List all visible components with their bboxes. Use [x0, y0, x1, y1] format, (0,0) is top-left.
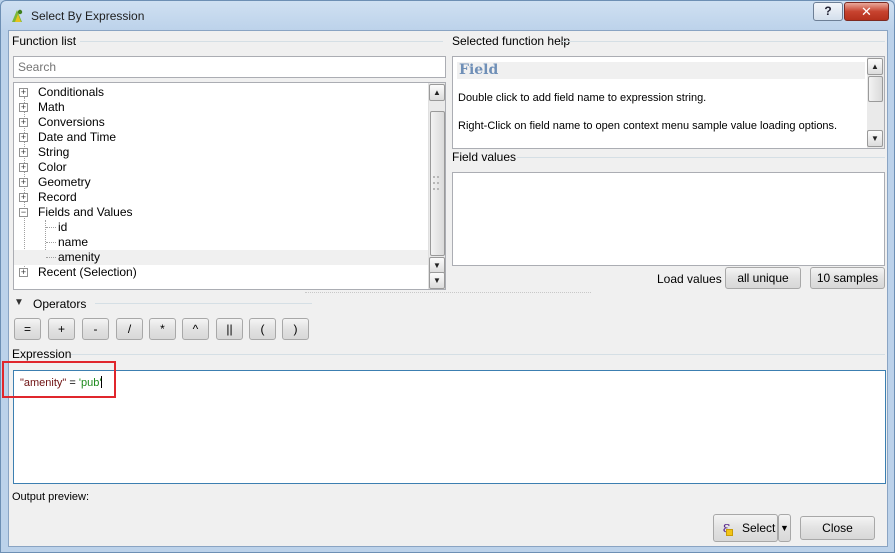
tree-item-conditionals[interactable]: + Conditionals — [14, 85, 428, 100]
tree-item-string[interactable]: + String — [14, 145, 428, 160]
tree-item-math[interactable]: + Math — [14, 100, 428, 115]
field-item-name[interactable]: name — [14, 235, 428, 250]
expand-icon[interactable]: + — [19, 193, 28, 202]
splitter-grip — [433, 176, 435, 178]
select-button-label: Select — [742, 521, 776, 535]
field-values-divider — [517, 157, 885, 158]
help-text-line: Double click to add field name to expres… — [458, 92, 707, 104]
scroll-up-icon[interactable]: ▲ — [429, 84, 445, 101]
collapse-icon[interactable]: − — [19, 208, 28, 217]
expand-icon[interactable]: + — [19, 178, 28, 187]
expand-icon[interactable]: + — [19, 148, 28, 157]
operator-equals-button[interactable]: = — [14, 318, 41, 340]
tree-item-color[interactable]: + Color — [14, 160, 428, 175]
tree-item-label: Recent (Selection) — [38, 265, 137, 279]
window-close-button[interactable]: ✕ — [844, 2, 889, 21]
expand-icon[interactable]: + — [19, 133, 28, 142]
help-heading: Field — [457, 62, 865, 79]
field-values-list[interactable] — [452, 172, 885, 266]
selection-icon — [726, 529, 733, 536]
scroll-down-icon[interactable]: ▼ — [867, 130, 883, 147]
tree-item-label: Conversions — [38, 115, 105, 129]
tree-item-fields-and-values[interactable]: − Fields and Values — [14, 205, 428, 220]
tree-item-label: Color — [38, 160, 67, 174]
tree-item-geometry[interactable]: + Geometry — [14, 175, 428, 190]
operator-divide-button[interactable]: / — [116, 318, 143, 340]
help-scrollbar[interactable]: ▲ ▼ — [867, 57, 884, 148]
function-help-divider — [562, 41, 885, 42]
expression-editor[interactable]: "amenity" = 'pub' — [13, 370, 886, 484]
collapse-triangle-icon[interactable]: ▼ — [14, 297, 24, 308]
tree-item-label: Math — [38, 100, 65, 114]
expression-divider — [71, 354, 885, 355]
expand-icon[interactable]: + — [19, 88, 28, 97]
help-button[interactable]: ? — [813, 2, 843, 21]
field-item-amenity[interactable]: amenity — [14, 250, 428, 265]
expand-icon[interactable]: + — [19, 268, 28, 277]
splitter-grip — [433, 188, 435, 190]
tree-connector — [46, 227, 56, 228]
window-title: Select By Expression — [31, 9, 145, 23]
tree-item-label: Geometry — [38, 175, 91, 189]
help-text-line: Right-Click on field name to open contex… — [458, 120, 838, 132]
function-list-title: Function list — [12, 34, 81, 48]
dialog-window: Select By Expression ? ✕ Function list +… — [0, 0, 895, 553]
function-help-title: Selected function help — [452, 34, 575, 48]
tree-connector — [46, 257, 56, 258]
expand-icon[interactable]: + — [19, 163, 28, 172]
all-unique-button[interactable]: all unique — [725, 267, 801, 289]
scroll-down-icon[interactable]: ▼ — [429, 272, 445, 289]
function-tree-scrollbar[interactable]: ▲ ▼ ▼ — [428, 83, 445, 289]
title-bar[interactable]: Select By Expression ? ✕ — [1, 1, 894, 31]
function-search-input[interactable] — [13, 56, 446, 78]
operators-divider — [95, 303, 312, 304]
field-label: id — [58, 220, 68, 234]
field-label: name — [58, 235, 89, 249]
expression-title: Expression — [12, 347, 76, 361]
splitter-grip — [437, 188, 439, 190]
splitter-grip — [437, 176, 439, 178]
tree-item-label: Conditionals — [38, 85, 105, 99]
tree-item-label: Fields and Values — [38, 205, 133, 219]
operator-close-paren-button[interactable]: ) — [282, 318, 309, 340]
operator-power-button[interactable]: ^ — [182, 318, 209, 340]
scroll-up-icon[interactable]: ▲ — [867, 58, 883, 75]
operator-open-paren-button[interactable]: ( — [249, 318, 276, 340]
function-list-divider — [71, 41, 443, 42]
horizontal-splitter[interactable] — [305, 292, 591, 293]
tree-item-date-and-time[interactable]: + Date and Time — [14, 130, 428, 145]
operator-multiply-button[interactable]: * — [149, 318, 176, 340]
close-button[interactable]: Close — [800, 516, 875, 540]
select-dropdown-button[interactable]: ▼ — [778, 514, 791, 542]
function-tree: + Conditionals + Math + Conversions + Da… — [13, 82, 446, 290]
tree-item-label: String — [38, 145, 70, 159]
qgis-app-icon — [12, 9, 23, 22]
field-label: amenity — [58, 250, 101, 264]
tree-item-record[interactable]: + Record — [14, 190, 428, 205]
highlight-box — [2, 361, 116, 398]
operator-minus-button[interactable]: - — [82, 318, 109, 340]
expand-icon[interactable]: + — [19, 118, 28, 127]
operator-concat-button[interactable]: || — [216, 318, 243, 340]
tree-item-recent-selection[interactable]: + Recent (Selection) — [14, 265, 428, 280]
tree-item-label: Date and Time — [38, 130, 117, 144]
splitter-grip — [437, 182, 439, 184]
scroll-thumb[interactable] — [868, 76, 883, 102]
dialog-client-area: Function list + Conditionals + Math + Co… — [2, 30, 888, 547]
splitter-grip — [433, 182, 435, 184]
operator-plus-button[interactable]: + — [48, 318, 75, 340]
field-values-title: Field values — [452, 150, 521, 164]
ten-samples-button[interactable]: 10 samples — [810, 267, 885, 289]
tree-item-conversions[interactable]: + Conversions — [14, 115, 428, 130]
tree-item-label: Record — [38, 190, 77, 204]
field-item-id[interactable]: id — [14, 220, 428, 235]
tree-connector — [46, 242, 56, 243]
output-preview-label: Output preview: — [12, 491, 90, 503]
expand-icon[interactable]: + — [19, 103, 28, 112]
load-values-label: Load values — [657, 272, 722, 286]
function-help-panel: Field Double click to add field name to … — [452, 56, 885, 149]
operators-title[interactable]: Operators — [33, 297, 86, 311]
select-button[interactable]: ε Select — [713, 514, 778, 542]
